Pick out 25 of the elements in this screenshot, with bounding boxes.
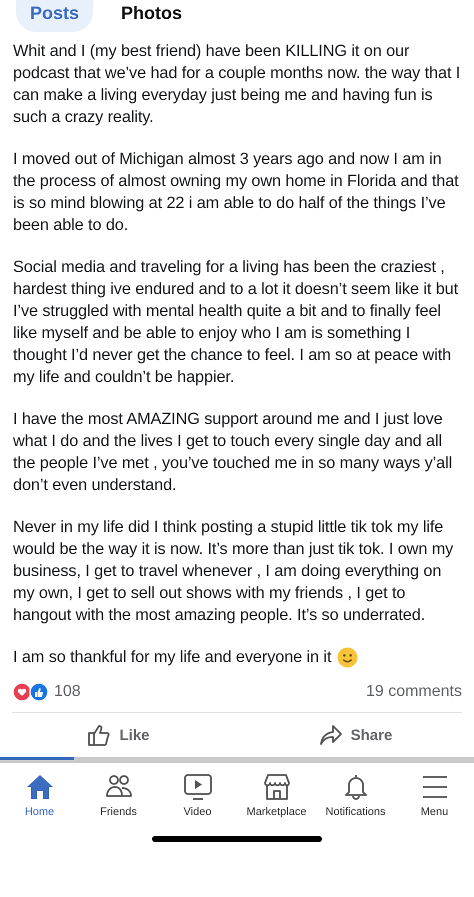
post-paragraph: I have the most AMAZING support around me and I just love what I do and the lives I get to touch every single day and all the people I’ve met , you’ve touched me in so many ways y’all don’t even understand. xyxy=(13,409,454,496)
comment-count[interactable]: 19 comments xyxy=(366,683,462,701)
post-paragraph: Never in my life did I think posting a stupid little tik tok my life would be the way it is now. It’s more than just tik tok. I own my business, I get to travel whenever , I am doing everything on my own, I get to sell out shows with my friends , I get to hangout with the most amazing people. It’s so underrated. xyxy=(13,517,454,626)
post-paragraph: Social media and traveling for a living has been the craziest , hardest thing ive endured and to a lot it doesn’t seem like it but I’ve struggled with mental health quite a bit and to finally feel like myself and be able to enjoy who I am is something I thought I’d never get the chance to feel. I am so at peace with my life and couldn’t be happier. xyxy=(13,257,460,388)
post-paragraph: I moved out of Michigan almost 3 years ago and now I am in the process of almost owning my own home in Florida and that is so mind blowing at 22 i am able to do half of the things I’ve been able to do. xyxy=(13,149,460,236)
share-button[interactable]: Share xyxy=(237,713,474,757)
tab[interactable]: Photos xyxy=(107,0,196,32)
nav-tab[interactable]: Friends xyxy=(80,773,158,818)
post-text: I am so thankful for my life and everyone in it xyxy=(13,647,332,668)
nav-tab[interactable]: Menu xyxy=(396,773,474,818)
nav-tab[interactable]: Notifications xyxy=(316,773,394,818)
home-icon xyxy=(24,773,54,801)
reaction-count[interactable]: 108 xyxy=(54,683,81,701)
video-icon xyxy=(182,773,212,801)
like-button[interactable]: Like xyxy=(0,713,237,757)
thumbs-up-icon xyxy=(87,723,112,747)
nav-tab[interactable]: Home xyxy=(0,773,78,818)
storefront-icon xyxy=(262,773,292,801)
nav-tab[interactable]: Marketplace xyxy=(238,773,316,818)
reaction-icons xyxy=(12,682,50,702)
tab[interactable]: Posts xyxy=(16,0,94,32)
post-paragraph: Whit and I (my best friend) have been KILLING it on our podcast that we’ve had for a couple months now. the way that I can make a living everyday just being me and having fun is such a crazy reality. xyxy=(13,41,462,128)
share-arrow-icon xyxy=(318,723,343,747)
nav-tab[interactable]: Video xyxy=(158,773,236,818)
smiley-icon xyxy=(337,646,358,668)
